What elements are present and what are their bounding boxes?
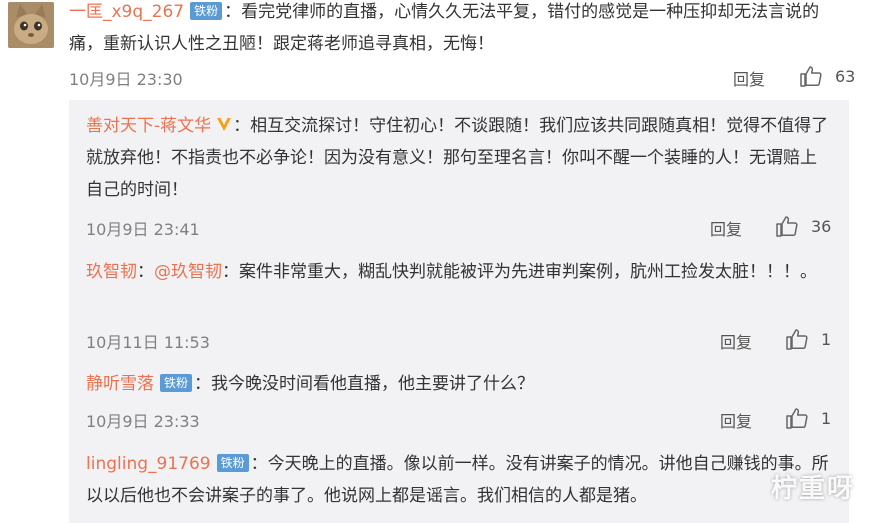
reply-item: 静听雪落 铁粉 ：我今晚没时间看他直播，他主要讲了什么？ [86,368,831,400]
thumbs-up-icon [800,66,822,87]
like-count: 1 [821,329,832,349]
reply-item: lingling_91769 铁粉 ：今天晚上的直播。像以前一样。没有讲案子的情况。… [86,448,831,512]
reply-body: 静听雪落 铁粉 ：我今晚没时间看他直播，他主要讲了什么？ [86,374,535,394]
like-button[interactable]: 36 [775,215,831,237]
watermark: 柠重呀 [770,474,855,504]
fan-badge: 铁粉 [216,454,249,472]
comment-username[interactable]: 一匡_x9q_267 [69,2,184,22]
reply-body: 善对天下-蒋文华 ：相互交流探讨！守住初心！不谈跟随！我们应该共同跟随真相！觉得不… [86,116,829,200]
reply-button[interactable]: 回复 [733,66,765,90]
reply-button[interactable]: 回复 [720,329,752,353]
like-button[interactable]: 1 [785,407,831,429]
reply-button[interactable]: 回复 [720,408,752,432]
verified-v-icon [217,118,232,131]
reply-button[interactable]: 回复 [710,216,742,240]
fan-badge: 铁粉 [160,374,193,392]
like-count: 36 [811,216,832,236]
main-comment-body: 一匡_x9q_267 铁粉 ：看完党律师的直播，心情久久无法平复，错付的感觉是一种压… [69,2,820,54]
thumbs-up-icon [786,408,808,429]
like-count: 63 [835,66,856,86]
reply-username[interactable]: lingling_91769 [86,454,211,474]
avatar[interactable] [8,2,54,48]
mention-link[interactable]: @玖智韧 [154,262,222,282]
reply-username[interactable]: 善对天下-蒋文华 [86,116,211,136]
reply-item: 玖智韧：@玖智韧：案件非常重大，糊乱快判就能被评为先进审判案例，肮州工捡发太脏！… [86,256,831,288]
like-button[interactable]: 63 [799,65,855,87]
fan-badge: 铁粉 [190,2,223,20]
reply-text: 案件非常重大，糊乱快判就能被评为先进审判案例，肮州工捡发太脏！！！。 [239,262,817,282]
reply-item: 善对天下-蒋文华 ：相互交流探讨！守住初心！不谈跟随！我们应该共同跟随真相！觉得不… [86,110,831,206]
reply-timestamp: 10月9日 23:33 [86,412,200,431]
reply-body: lingling_91769 铁粉 ：今天晚上的直播。像以前一样。没有讲案子的情况。… [86,454,829,506]
thumbs-up-icon [776,216,798,237]
cat-avatar-image [8,2,54,48]
reply-username[interactable]: 玖智韧 [86,262,137,282]
comment-timestamp: 10月9日 23:30 [69,70,183,89]
thumbs-up-icon [786,329,808,350]
reply-list: 善对天下-蒋文华 ：相互交流探讨！守住初心！不谈跟随！我们应该共同跟随真相！觉得不… [69,100,849,523]
reply-text: 我今晚没时间看他直播，他主要讲了什么？ [211,374,535,394]
like-button[interactable]: 1 [785,328,831,350]
reply-timestamp: 10月11日 11:53 [86,333,210,352]
reply-body: 玖智韧：@玖智韧：案件非常重大，糊乱快判就能被评为先进审判案例，肮州工捡发太脏！… [86,262,817,282]
reply-username[interactable]: 静听雪落 [86,374,154,394]
reply-timestamp: 10月9日 23:41 [86,220,200,239]
like-count: 1 [821,408,832,428]
